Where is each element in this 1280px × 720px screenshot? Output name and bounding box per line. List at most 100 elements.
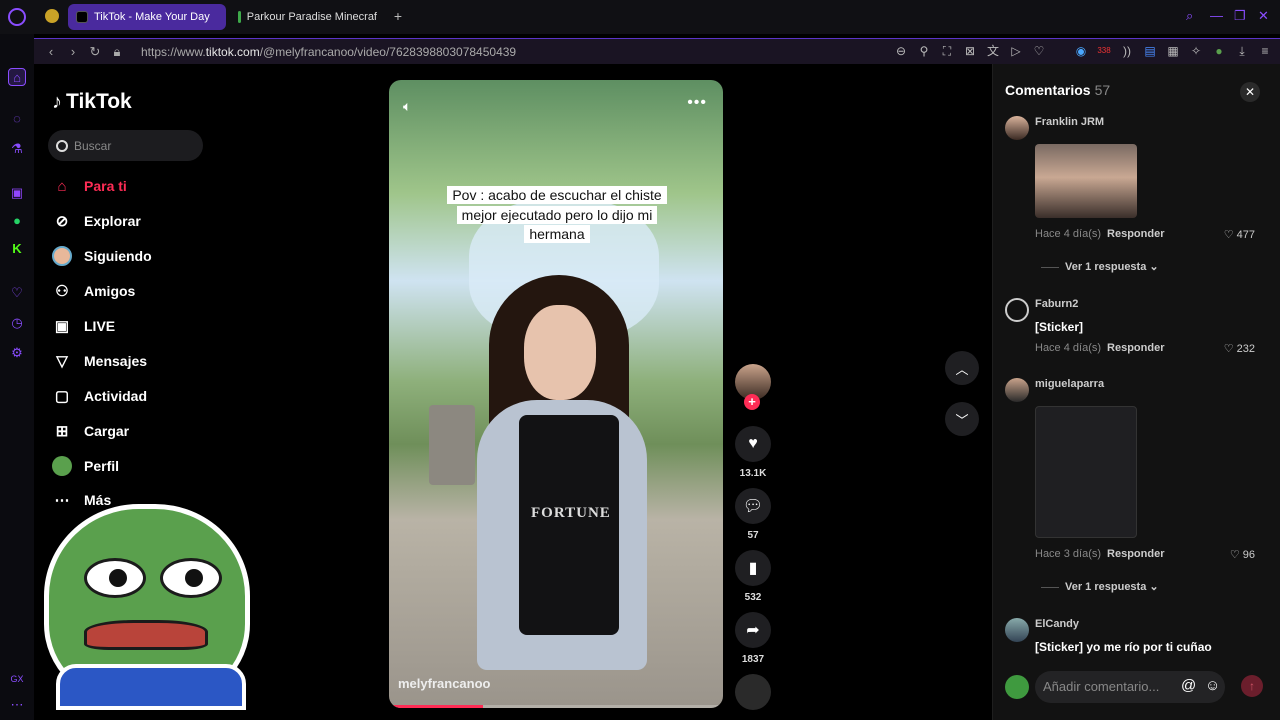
browser-tabbar: TikTok - Make Your Day Parkour Paradise … — [0, 0, 1280, 34]
friends-icon: ⚇ — [55, 283, 69, 300]
minimize-button[interactable]: — — [1210, 8, 1223, 23]
extension-icon[interactable] — [45, 9, 59, 23]
video-more-icon[interactable]: ••• — [687, 94, 707, 112]
gx-icon[interactable]: GX — [8, 670, 26, 688]
avatar[interactable] — [1005, 378, 1029, 402]
history-icon[interactable]: ◷ — [8, 314, 26, 332]
nav-item-amigos[interactable]: ⚇ Amigos — [52, 279, 135, 303]
nav-item-actividad[interactable]: ▢ Actividad — [52, 384, 147, 408]
video-progress-bar[interactable] — [389, 705, 723, 708]
close-window-button[interactable]: ✕ — [1258, 8, 1269, 24]
url-field[interactable]: https://www.tiktok.com/@melyfrancanoo/vi… — [141, 45, 516, 59]
comment-like[interactable]: ♡ 96 — [1230, 548, 1255, 561]
translate-ext-icon[interactable]: ▤ — [1143, 43, 1157, 59]
adblock-icon[interactable]: ⊠ — [963, 43, 977, 59]
nav-item-para-ti[interactable]: ⌂ Para ti — [52, 174, 126, 198]
nav-item-cargar[interactable]: ⊞ Cargar — [52, 419, 129, 443]
send-icon: ▽ — [56, 353, 68, 370]
address-bar-actions: ⊖ ⚲ ⛶ ⊠ 文 ▷ ♡ ◉ 338 )) ▤ ▦ ✧ ● ⤓ ≡ — [894, 43, 1272, 59]
tab-parkour[interactable]: Parkour Paradise Minecraf — [230, 4, 385, 30]
more-icon[interactable]: ⋯ — [8, 696, 26, 714]
video-popout-icon[interactable]: ▷ — [1009, 43, 1023, 59]
comment-like[interactable]: ♡ 477 — [1224, 228, 1255, 241]
nav-item-explorar[interactable]: ⊘ Explorar — [52, 209, 141, 233]
download-icon[interactable]: ⤓ — [1235, 43, 1249, 59]
crypto-icon[interactable]: ⚗ — [8, 140, 26, 158]
reload-button[interactable]: ↻ — [84, 44, 106, 60]
maximize-button[interactable]: ❐ — [1234, 8, 1246, 24]
comment-button[interactable]: 💬︎ — [735, 488, 771, 524]
like-button[interactable]: ♥ — [735, 426, 771, 462]
tiktok-logo[interactable]: ♪ TikTok — [52, 90, 132, 114]
previous-video-button[interactable]: ︿ — [945, 351, 979, 385]
like-count: 13.1K — [739, 468, 767, 479]
next-video-button[interactable]: ﹀ — [945, 402, 979, 436]
music-disc[interactable] — [735, 674, 771, 710]
avatar[interactable] — [1005, 298, 1029, 322]
comment-image[interactable] — [1035, 406, 1137, 538]
extension-blue-icon[interactable]: ◉ — [1074, 43, 1088, 59]
emoji-icon[interactable]: ☺ — [1205, 677, 1220, 694]
nav-item-live[interactable]: ▣ LIVE — [52, 314, 115, 338]
pepe-sticker — [38, 496, 260, 716]
video-player[interactable]: FORTUNE 🔈︎ ••• Pov : acabo de escuchar e… — [389, 80, 723, 708]
reply-button[interactable]: Responder — [1107, 228, 1164, 240]
home-icon: ⌂ — [57, 177, 67, 195]
grid-ext-icon[interactable]: ▦ — [1166, 43, 1180, 59]
badge-extension-icon[interactable]: 338 — [1097, 43, 1111, 59]
follow-plus-button[interactable]: + — [744, 394, 760, 410]
snapshot-icon[interactable]: ⛶ — [940, 43, 954, 59]
zoom-icon[interactable]: ⊖ — [894, 43, 908, 59]
save-button[interactable]: ▮ — [735, 550, 771, 586]
nav-item-mensajes[interactable]: ▽ Mensajes — [52, 349, 147, 373]
heart-icon: ♥ — [748, 435, 758, 452]
mention-icon[interactable]: @ — [1181, 677, 1196, 694]
home-icon[interactable]: ⌂ — [8, 68, 26, 86]
heart-icon[interactable]: ♡ — [8, 284, 26, 302]
translate-icon[interactable]: 文 — [986, 43, 1000, 59]
close-icon: ✕ — [1244, 85, 1256, 99]
comment-like[interactable]: ♡ 232 — [1224, 342, 1255, 355]
whatsapp-icon[interactable]: ● — [8, 212, 26, 230]
volume-icon[interactable]: 🔈︎ — [403, 98, 411, 115]
share-icon: ➦ — [746, 622, 760, 639]
extensions-icon[interactable]: ✧ — [1189, 43, 1203, 59]
opera-logo-icon[interactable] — [8, 8, 26, 26]
close-comments-button[interactable]: ✕ — [1240, 82, 1260, 102]
avatar — [1005, 675, 1029, 699]
bookmark-heart-icon[interactable]: ♡ — [1032, 43, 1046, 59]
menu-icon[interactable]: ≡ — [1258, 43, 1272, 59]
view-replies-button[interactable]: Ver 1 respuesta ⌄ — [1041, 580, 1159, 593]
profile-avatar-icon — [52, 456, 72, 476]
tab-tiktok[interactable]: TikTok - Make Your Day — [68, 4, 226, 30]
comment-input[interactable]: Añadir comentario... — [1035, 671, 1225, 703]
avatar[interactable] — [1005, 116, 1029, 140]
reply-button[interactable]: Responder — [1107, 548, 1164, 560]
search-tabs-icon[interactable]: ⌕ — [1186, 8, 1193, 24]
comment-item: Franklin JRM Hace 4 día(s) Responder ♡ 47… — [1005, 116, 1275, 276]
audio-icon[interactable]: )) — [1120, 43, 1134, 59]
nav-item-siguiendo[interactable]: Siguiendo — [52, 244, 152, 268]
pepe-ext-icon[interactable]: ● — [1212, 43, 1226, 59]
video-author[interactable]: melyfrancanoo — [398, 676, 490, 691]
view-replies-button[interactable]: Ver 1 respuesta ⌄ — [1041, 260, 1159, 273]
forward-button[interactable]: › — [62, 44, 84, 59]
send-button[interactable]: ↑ — [1241, 675, 1263, 697]
twitch-icon[interactable]: ▣ — [8, 184, 26, 202]
comment-image[interactable] — [1035, 144, 1137, 218]
settings-icon[interactable]: ⚙ — [8, 344, 26, 362]
avatar[interactable] — [1005, 618, 1029, 642]
arrow-up-icon: ↑ — [1249, 679, 1255, 693]
video-caption: Pov : acabo de escuchar el chiste mejor … — [444, 186, 670, 245]
nav-item-perfil[interactable]: Perfil — [52, 454, 119, 478]
following-avatar-icon — [52, 246, 72, 266]
share-button[interactable]: ➦ — [735, 612, 771, 648]
pin-icon[interactable]: ⚲ — [917, 43, 931, 59]
new-tab-button[interactable]: + — [390, 8, 406, 24]
aria-icon[interactable]: ◌ — [8, 110, 26, 128]
search-input[interactable]: Buscar — [48, 130, 203, 161]
address-bar: ‹ › ↻ 🔒︎ https://www.tiktok.com/@melyfra… — [34, 38, 1280, 64]
back-button[interactable]: ‹ — [40, 44, 62, 59]
reply-button[interactable]: Responder — [1107, 342, 1164, 354]
kick-icon[interactable]: K — [8, 240, 26, 258]
